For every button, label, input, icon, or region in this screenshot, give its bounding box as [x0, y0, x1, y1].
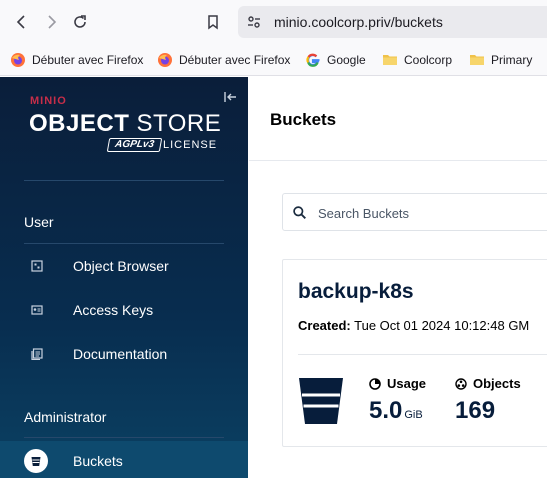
sidebar-item-label: Documentation — [73, 346, 168, 362]
reload-icon — [74, 15, 86, 28]
collapse-sidebar-icon[interactable] — [224, 90, 238, 104]
bookmark-item[interactable]: Débuter avec Firefox — [10, 50, 143, 70]
page-header: Buckets — [249, 77, 547, 161]
address-bar[interactable]: minio.coolcorp.priv/buckets — [238, 6, 547, 38]
usage-label: Usage — [387, 376, 427, 391]
sidebar-item-label: Object Browser — [73, 258, 169, 274]
access-keys-icon — [31, 305, 43, 315]
sidebar: MINIO OBJECT STORE AGPLv3 LICENSE User O… — [0, 77, 248, 478]
firefox-icon — [11, 53, 25, 67]
section-label-administrator: Administrator — [24, 409, 107, 425]
logo-product-bold: OBJECT — [29, 110, 130, 137]
search-box[interactable] — [282, 193, 547, 231]
logo-brand: MINIO — [30, 95, 67, 107]
site-settings-icon[interactable] — [246, 14, 262, 30]
bookmark-item[interactable]: Débuter avec Firefox — [157, 50, 290, 70]
forward-arrow-icon — [48, 15, 57, 29]
bookmark-folder[interactable]: Primary — [469, 50, 532, 70]
sidebar-item-label: Buckets — [73, 453, 123, 469]
section-label-user: User — [24, 214, 54, 230]
google-icon — [306, 53, 320, 67]
bookmark-label: Débuter avec Firefox — [179, 53, 291, 67]
bucket-icon — [299, 378, 343, 424]
folder-icon — [383, 55, 397, 65]
objects-icon — [455, 377, 467, 390]
bucket-card[interactable]: backup-k8s Created: Tue Oct 01 2024 10:1… — [282, 259, 547, 447]
bookmark-star-icon — [208, 15, 218, 30]
sidebar-item-documentation[interactable]: Documentation — [0, 334, 248, 374]
firefox-icon — [158, 53, 172, 67]
created-value: Tue Oct 01 2024 10:12:48 GM — [354, 318, 530, 333]
bookmark-page-button[interactable] — [201, 10, 225, 34]
logo-product-light: STORE — [136, 110, 222, 137]
sidebar-divider — [24, 180, 224, 181]
browser-toolbar: minio.coolcorp.priv/buckets — [0, 0, 547, 44]
bookmark-label: Débuter avec Firefox — [32, 53, 144, 67]
bookmark-label: Primary — [491, 53, 533, 67]
bookmark-folder[interactable]: Coolcorp — [382, 50, 452, 70]
agpl-badge: AGPLv3 — [106, 138, 163, 152]
objects-metric: Objects 169 — [455, 376, 521, 425]
bookmark-label: Google — [327, 53, 366, 67]
usage-value: 5.0 — [369, 397, 403, 424]
bookmark-item[interactable]: Google — [305, 50, 366, 70]
usage-metric: Usage 5.0 GiB — [369, 376, 426, 425]
reload-button[interactable] — [68, 10, 92, 34]
sidebar-divider — [24, 243, 224, 244]
sidebar-divider — [24, 437, 224, 438]
objects-header: Objects — [455, 376, 521, 391]
search-icon — [293, 206, 306, 219]
object-browser-icon — [31, 260, 43, 272]
created-label: Created: — [298, 318, 351, 333]
sidebar-item-object-browser[interactable]: Object Browser — [0, 246, 248, 286]
bucket-icon — [24, 449, 48, 473]
sidebar-item-buckets[interactable]: Buckets — [0, 441, 248, 478]
logo-license: LICENSE — [163, 139, 218, 151]
page-title: Buckets — [270, 110, 337, 129]
usage-pie-icon — [369, 377, 381, 390]
objects-label: Objects — [473, 376, 521, 391]
card-divider — [298, 354, 547, 355]
usage-header: Usage — [369, 376, 426, 391]
forward-button[interactable] — [39, 10, 63, 34]
sidebar-item-label: Access Keys — [73, 302, 154, 318]
folder-icon — [470, 55, 484, 65]
back-arrow-icon — [16, 15, 25, 29]
sidebar-item-access-keys[interactable]: Access Keys — [0, 290, 248, 330]
documentation-icon — [31, 348, 43, 360]
url-text[interactable]: minio.coolcorp.priv/buckets — [274, 14, 443, 30]
logo-product: OBJECT STORE — [29, 110, 221, 138]
back-button[interactable] — [10, 10, 34, 34]
bucket-created: Created: Tue Oct 01 2024 10:12:48 GM — [298, 318, 529, 333]
bookmark-label: Coolcorp — [404, 53, 453, 67]
bookmarks-bar: Débuter avec Firefox Débuter avec Firefo… — [0, 44, 547, 76]
bucket-name[interactable]: backup-k8s — [298, 280, 414, 304]
objects-value: 169 — [455, 397, 496, 424]
search-input[interactable] — [318, 203, 538, 223]
usage-value-row: 5.0 GiB — [369, 397, 426, 425]
usage-unit: GiB — [404, 409, 423, 421]
